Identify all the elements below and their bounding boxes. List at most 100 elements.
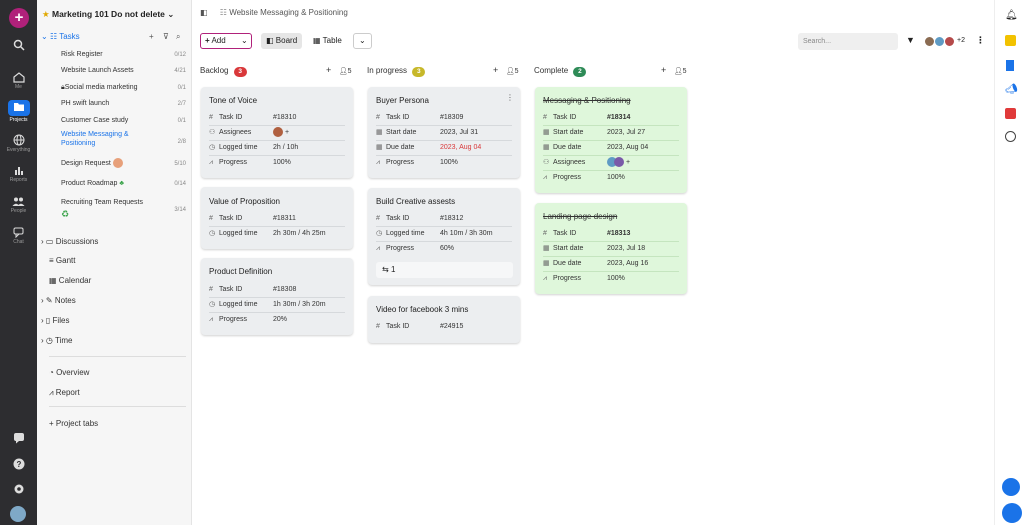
sidebar-section-time[interactable]: › ◷ Time — [37, 333, 192, 349]
field-value: 2023, Jul 31 — [440, 129, 479, 136]
calendar-icon: ▦ — [376, 144, 383, 151]
filter-icon[interactable]: ▼ — [906, 35, 915, 45]
add-card-icon[interactable]: + — [661, 65, 666, 75]
field-label: Start date — [386, 129, 417, 136]
more-options-icon[interactable]: ⋮ — [506, 93, 514, 102]
table-view-tab[interactable]: ▦ Table — [308, 33, 347, 49]
tree-item[interactable]: Website Launch Assets 4/21 — [37, 64, 192, 78]
avatar[interactable] — [273, 127, 283, 138]
sidebar-section-discussions[interactable]: › ▭ Discussions — [37, 234, 192, 250]
search-icon[interactable] — [0, 39, 37, 51]
sidebar-section-files[interactable]: › ▯ Files — [37, 313, 192, 329]
settings-gear-icon[interactable] — [0, 483, 37, 495]
calendar-icon[interactable] — [1005, 108, 1016, 119]
tree-item[interactable]: Customer Case study 0/1 — [37, 114, 192, 128]
search-input[interactable]: Search... — [798, 33, 898, 50]
megaphone-icon[interactable]: 📣︎ — [1005, 84, 1018, 95]
search-icon[interactable]: ⌕ — [176, 30, 180, 44]
add-card-icon[interactable]: + — [326, 65, 331, 75]
task-card[interactable]: Tone of Voice # Task ID #18310 ⚇ Assignees … — [201, 87, 353, 178]
add-assignee-icon[interactable]: + — [285, 129, 289, 136]
rail-item-people[interactable]: People — [0, 196, 37, 214]
create-plus-button[interactable]: + — [9, 8, 29, 28]
star-icon[interactable]: ★ — [42, 9, 50, 19]
rail-item-chat[interactable]: Chat — [0, 227, 37, 245]
board-icon: ◧ — [266, 36, 274, 45]
more-avatars-count[interactable]: +2 — [957, 37, 965, 44]
tree-item-count: 0/12 — [174, 52, 186, 58]
sidebar-overview[interactable]: ◔ Overview — [37, 365, 192, 381]
field-value: 100% — [607, 174, 625, 181]
hash-icon: # — [209, 114, 213, 121]
tree-item-count: 3/14 — [174, 207, 186, 213]
assignee-avatars[interactable]: + — [273, 125, 289, 140]
add-button[interactable]: + Add ⌄ — [200, 33, 252, 49]
rail-item-reports[interactable]: Reports — [0, 165, 37, 183]
tree-item-count: 0/1 — [177, 118, 186, 124]
history-icon[interactable] — [1005, 131, 1016, 142]
recycle-icon: ♻ — [61, 209, 70, 219]
field-logged-time: ◷ Logged time 2h / 10h — [209, 140, 298, 155]
task-card[interactable]: Video for facebook 3 mins # Task ID #24915 — [368, 296, 520, 343]
add-project-tabs[interactable]: + Project tabs — [37, 416, 192, 432]
sidebar-report[interactable]: ⩘ Report — [37, 385, 192, 401]
subtasks-indicator[interactable]: ⇆ 1 — [376, 262, 513, 278]
field-value: 1h 30m / 3h 20m — [273, 301, 326, 308]
bell-icon[interactable]: 🔔︎ — [1005, 10, 1018, 21]
more-options-icon[interactable]: ⋮ — [976, 35, 985, 46]
hash-icon: # — [376, 323, 380, 330]
rail-item-projects[interactable]: Projects — [0, 102, 37, 123]
sidebar-section-notes[interactable]: › ✎ Notes — [37, 293, 192, 309]
task-card-completed[interactable]: Messaging & Positioning # Task ID #18314 ▦… — [535, 87, 687, 193]
tree-item[interactable]: 🔒︎Social media marketing 0/1 — [37, 81, 192, 95]
view-dropdown-button[interactable]: ⌄ — [353, 33, 372, 49]
field-value: 2h 30m / 4h 25m — [273, 230, 326, 237]
field-value: 2023, Aug 04 — [607, 144, 649, 151]
avatar[interactable] — [944, 36, 955, 47]
field-value: #18310 — [273, 114, 297, 121]
user-avatar[interactable] — [10, 506, 26, 522]
field-start-date: ▦ Start date 2023, Jul 18 — [543, 241, 645, 256]
task-card[interactable]: Buyer Persona ⋮ # Task ID #18309 ▦ Start da… — [368, 87, 520, 178]
tree-item[interactable]: PH swift launch 2/7 — [37, 97, 192, 111]
subtask-icon: ⇆ — [382, 265, 389, 274]
rail-item-me[interactable]: Me — [0, 72, 37, 90]
members-icon[interactable]: 👤︎5 — [339, 68, 352, 75]
members-icon[interactable]: 👤︎5 — [506, 68, 519, 75]
flag-button-icon[interactable] — [1002, 478, 1020, 496]
workspace-title[interactable]: ★ Marketing 101 Do not delete ⌄ — [42, 9, 174, 20]
tree-item[interactable]: Risk Register 0/12 — [37, 48, 192, 62]
members-icon[interactable]: 👤︎5 — [674, 68, 687, 75]
add-assignee-icon[interactable]: + — [626, 159, 630, 166]
calendar-icon: ▦ — [49, 276, 57, 285]
tree-item[interactable]: Product Roadmap ♣ 0/14 — [37, 177, 192, 191]
tasks-section[interactable]: ⌄ ☷ Tasks + ⊽ ⌕ — [37, 30, 192, 44]
clock-icon: ◷ — [209, 144, 216, 151]
board-view-tab[interactable]: ◧ Board — [261, 33, 303, 49]
task-card[interactable]: Value of Proposition # Task ID #18311 ◷ Log… — [201, 187, 353, 249]
chevron-down-icon: ⌄ — [241, 36, 248, 45]
sidebar-section-gantt[interactable]: ≡ Gantt — [37, 253, 192, 269]
rail-item-everything[interactable]: Everything — [0, 134, 37, 153]
assignee-avatars[interactable]: + — [607, 155, 630, 170]
add-card-icon[interactable]: + — [493, 65, 498, 75]
task-card[interactable]: Build Creative assests # Task ID #18312 ◷ L… — [368, 188, 520, 285]
member-count: 5 — [514, 68, 519, 75]
support-chat-icon[interactable] — [1002, 503, 1022, 523]
add-task-icon[interactable]: + — [149, 30, 154, 44]
avatar[interactable] — [614, 157, 624, 168]
task-card-completed[interactable]: Landing page design # Task ID #18313 ▦ Star… — [535, 203, 687, 294]
tree-item[interactable]: Design Request 5/10 — [37, 157, 192, 171]
messages-icon[interactable] — [0, 432, 37, 444]
sidebar-toggle-icon[interactable]: ◧ — [200, 8, 208, 17]
hash-icon: # — [376, 215, 380, 222]
bookmark-icon[interactable] — [1006, 60, 1014, 71]
sidebar-section-calendar[interactable]: ▦ Calendar — [37, 273, 192, 289]
tree-item-active[interactable]: Website Messaging & Positioning 2/8 — [37, 130, 192, 150]
task-card[interactable]: Product Definition # Task ID #18308 ◷ Logge… — [201, 258, 353, 335]
filter-icon[interactable]: ⊽ — [163, 30, 169, 44]
sticky-note-icon[interactable] — [1005, 35, 1016, 46]
help-icon[interactable]: ? — [0, 458, 37, 470]
tree-item[interactable]: Recruiting Team Requests 3/14 — [37, 196, 192, 213]
column-title: In progress — [367, 66, 408, 75]
